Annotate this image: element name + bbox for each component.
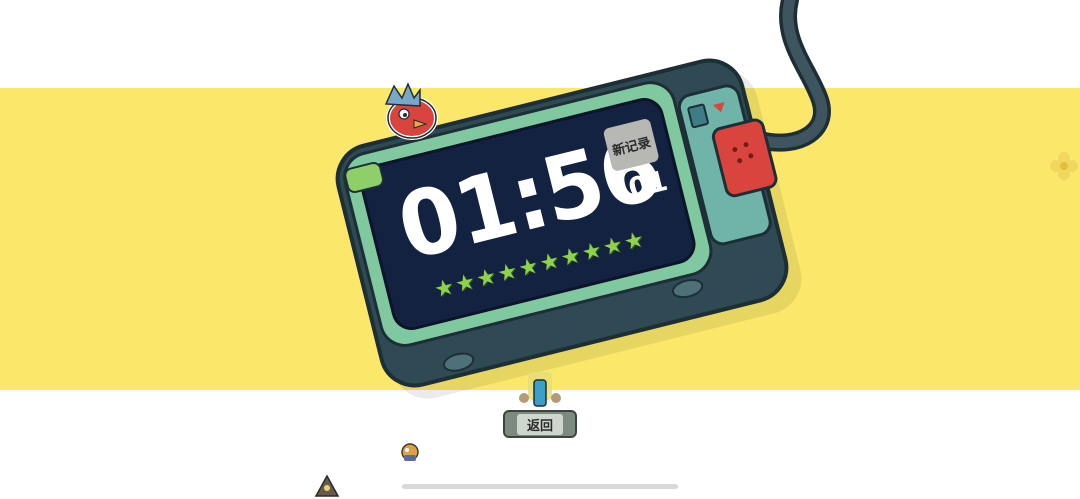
hooded-character-icon <box>314 474 340 497</box>
star-icon: ★ <box>431 274 457 304</box>
flower-icon <box>1050 152 1078 180</box>
character-figure <box>519 372 561 407</box>
star-icon: ★ <box>621 227 647 257</box>
return-button[interactable]: 返回 <box>503 410 577 438</box>
star-icon: ★ <box>537 248 563 278</box>
return-button-label: 返回 <box>516 413 563 435</box>
star-icon: ★ <box>473 263 500 293</box>
star-icon: ★ <box>600 232 626 262</box>
star-icon: ★ <box>516 253 542 283</box>
red-bird-icon <box>384 82 438 140</box>
triangle-indicator-icon <box>712 102 727 114</box>
star-icon: ★ <box>494 258 521 288</box>
star-icon: ★ <box>452 269 479 299</box>
star-icon: ★ <box>579 237 605 267</box>
home-indicator[interactable] <box>402 484 678 489</box>
indicator-light <box>686 103 710 129</box>
small-character-icon <box>401 443 419 461</box>
star-icon: ★ <box>558 242 584 272</box>
